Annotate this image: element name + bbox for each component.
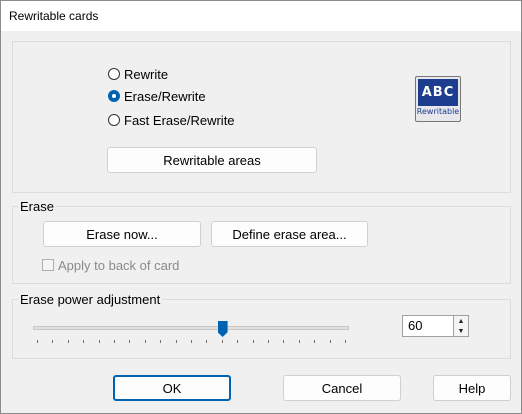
help-button[interactable]: Help [433, 375, 511, 401]
erase-power-value-input[interactable]: 60 [402, 315, 454, 337]
rewritable-card-icon: ABC Rewritable [415, 76, 461, 122]
slider-tick [299, 340, 300, 343]
spin-up-icon[interactable]: ▲ [454, 316, 468, 326]
slider-tick [99, 340, 100, 343]
erase-now-button[interactable]: Erase now... [43, 221, 201, 247]
ok-button[interactable]: OK [113, 375, 231, 401]
slider-tick [206, 340, 207, 343]
erase-power-group-label: Erase power adjustment [18, 292, 163, 307]
erase-group-label: Erase [18, 199, 56, 214]
spin-down-icon[interactable]: ▼ [454, 326, 468, 336]
radio-label: Fast Erase/Rewrite [124, 112, 235, 128]
slider-tick [114, 340, 115, 343]
slider-tick [37, 340, 38, 343]
radio-label: Erase/Rewrite [124, 88, 206, 104]
radio-button[interactable] [108, 114, 120, 126]
window-title: Rewritable cards [9, 9, 99, 23]
slider-tick [68, 340, 69, 343]
slider-tick [237, 340, 238, 343]
slider-tick [191, 340, 192, 343]
rewritable-areas-button[interactable]: Rewritable areas [107, 147, 317, 173]
slider-tick [345, 340, 346, 343]
slider-tick [129, 340, 130, 343]
slider-tick [283, 340, 284, 343]
badge-abc-text: ABC [418, 79, 458, 106]
checkbox-label: Apply to back of card [58, 257, 180, 273]
radio-erase-rewrite[interactable]: Erase/Rewrite [108, 87, 206, 105]
radio-button[interactable] [108, 68, 120, 80]
radio-label: Rewrite [124, 66, 169, 82]
erase-power-spinner[interactable]: ▲ ▼ [453, 315, 469, 337]
cancel-button[interactable]: Cancel [283, 375, 401, 401]
slider-tick [222, 340, 223, 343]
slider-ticks [33, 340, 349, 344]
slider-tick [176, 340, 177, 343]
slider-tick [160, 340, 161, 343]
checkbox-box[interactable] [42, 259, 54, 271]
slider-tick [253, 340, 254, 343]
slider-tick [145, 340, 146, 343]
dialog-window: Rewritable cards Rewrite Erase/Rewrite F… [0, 0, 522, 414]
radio-fast-erase-rewrite[interactable]: Fast Erase/Rewrite [108, 111, 235, 129]
badge-rewritable-text: Rewritable [416, 107, 460, 116]
title-bar: Rewritable cards [1, 1, 521, 31]
erase-power-slider-track[interactable] [33, 326, 349, 330]
define-erase-area-button[interactable]: Define erase area... [211, 221, 368, 247]
slider-tick [330, 340, 331, 343]
slider-tick [52, 340, 53, 343]
slider-tick [83, 340, 84, 343]
slider-tick [268, 340, 269, 343]
apply-back-checkbox[interactable]: Apply to back of card [42, 257, 179, 273]
radio-button-selected[interactable] [108, 90, 120, 102]
slider-tick [314, 340, 315, 343]
radio-rewrite[interactable]: Rewrite [108, 65, 168, 83]
